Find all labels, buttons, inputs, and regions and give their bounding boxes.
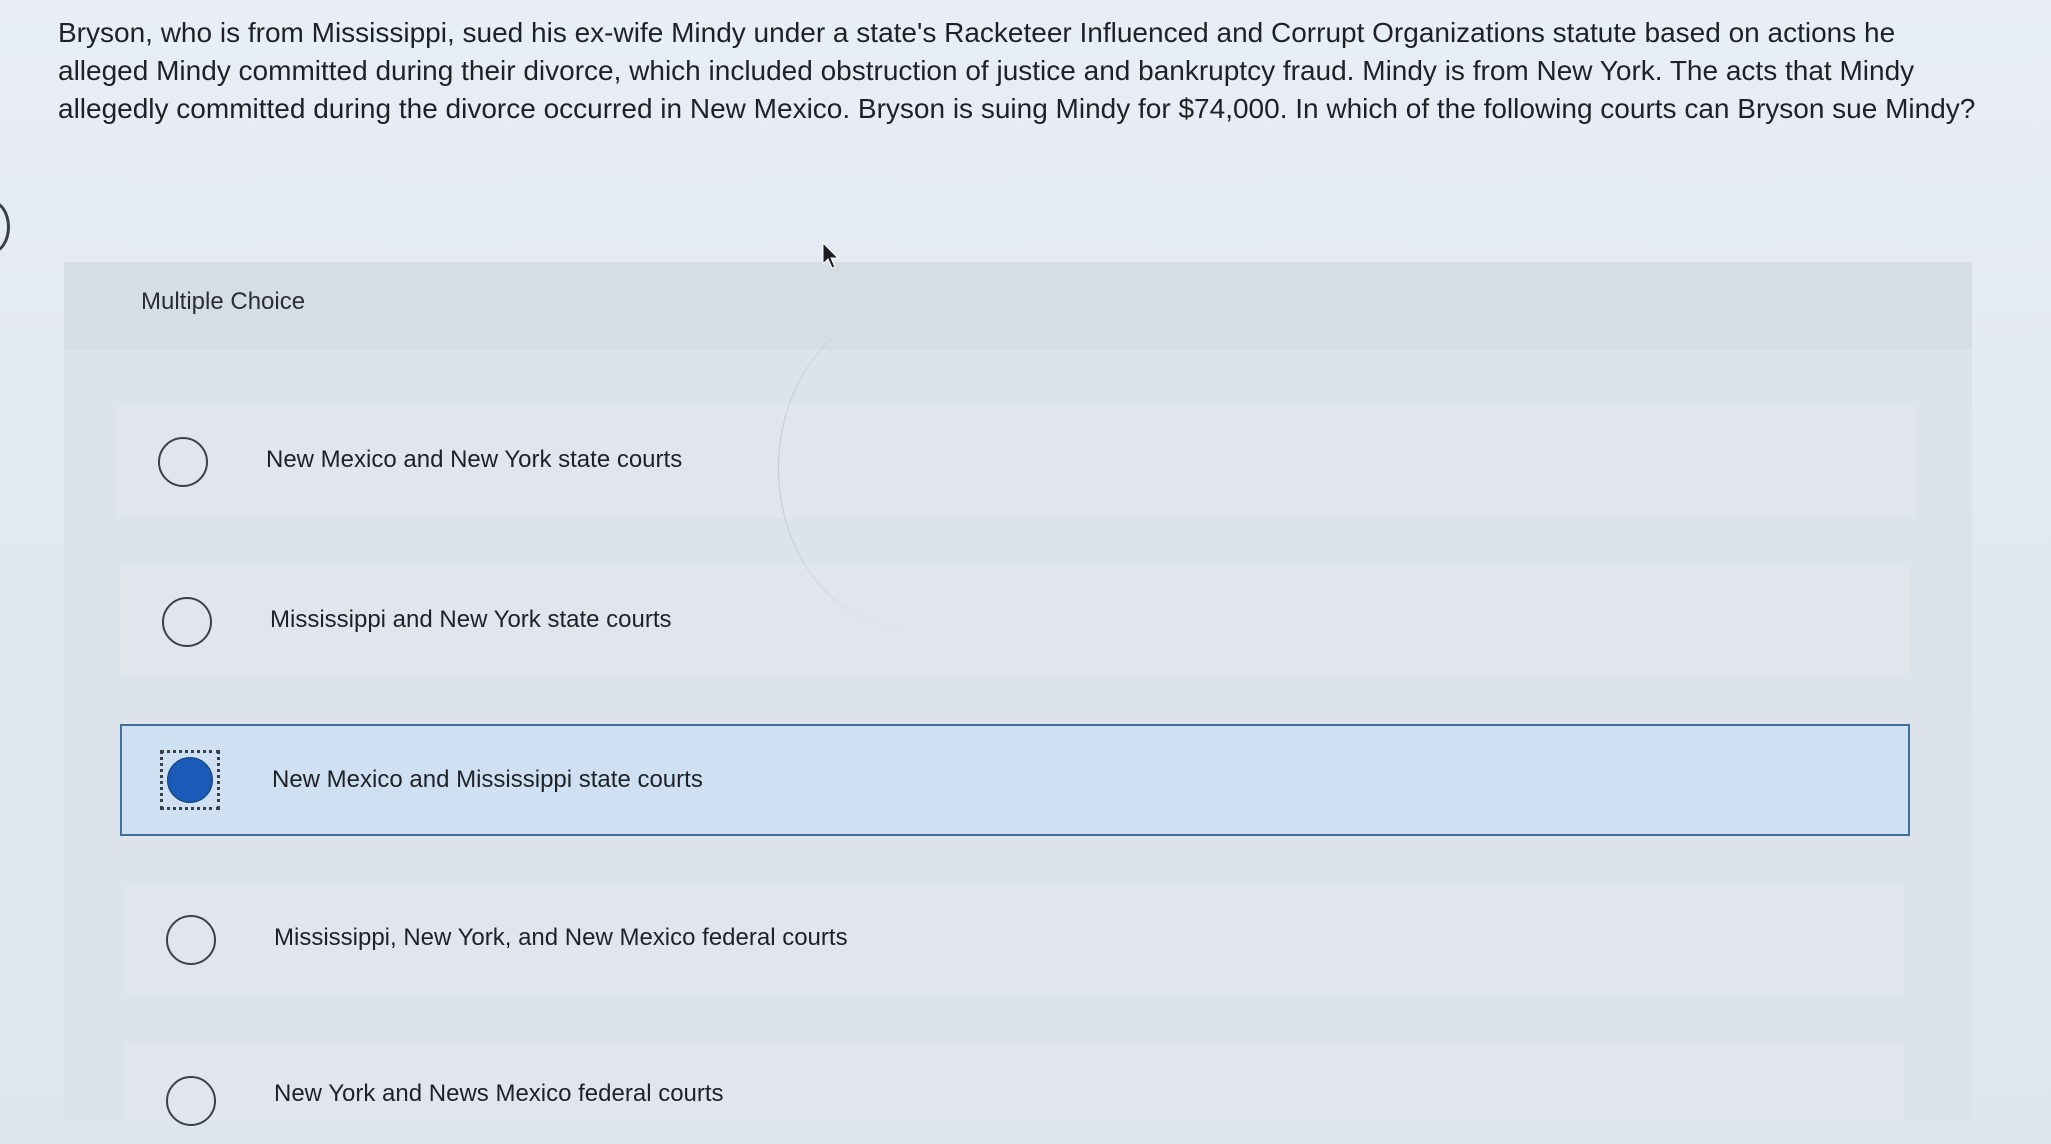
radio-button-icon[interactable] (162, 597, 212, 647)
partial-circle-icon (0, 200, 10, 254)
background-reflection (778, 308, 1039, 628)
radio-button-icon[interactable] (166, 915, 216, 965)
option-label: New York and News Mexico federal courts (274, 1080, 724, 1107)
mouse-pointer-icon (822, 242, 840, 269)
radio-focus-ring[interactable] (160, 750, 220, 810)
radio-button-icon[interactable] (158, 437, 208, 487)
radio-button-selected-icon (167, 757, 213, 803)
option-4[interactable]: Mississippi, New York, and New Mexico fe… (124, 884, 1904, 996)
panel-title: Multiple Choice (141, 288, 306, 315)
option-label: New Mexico and Mississippi state courts (272, 766, 703, 793)
option-label: New Mexico and New York state courts (266, 446, 683, 473)
option-3-selected[interactable]: New Mexico and Mississippi state courts (120, 724, 1910, 836)
radio-button-icon[interactable] (166, 1076, 216, 1126)
question-text: Bryson, who is from Mississippi, sued hi… (58, 17, 1976, 124)
option-label: Mississippi and New York state courts (270, 606, 672, 633)
option-5[interactable]: New York and News Mexico federal courts (124, 1042, 1904, 1126)
option-label: Mississippi, New York, and New Mexico fe… (274, 924, 848, 951)
